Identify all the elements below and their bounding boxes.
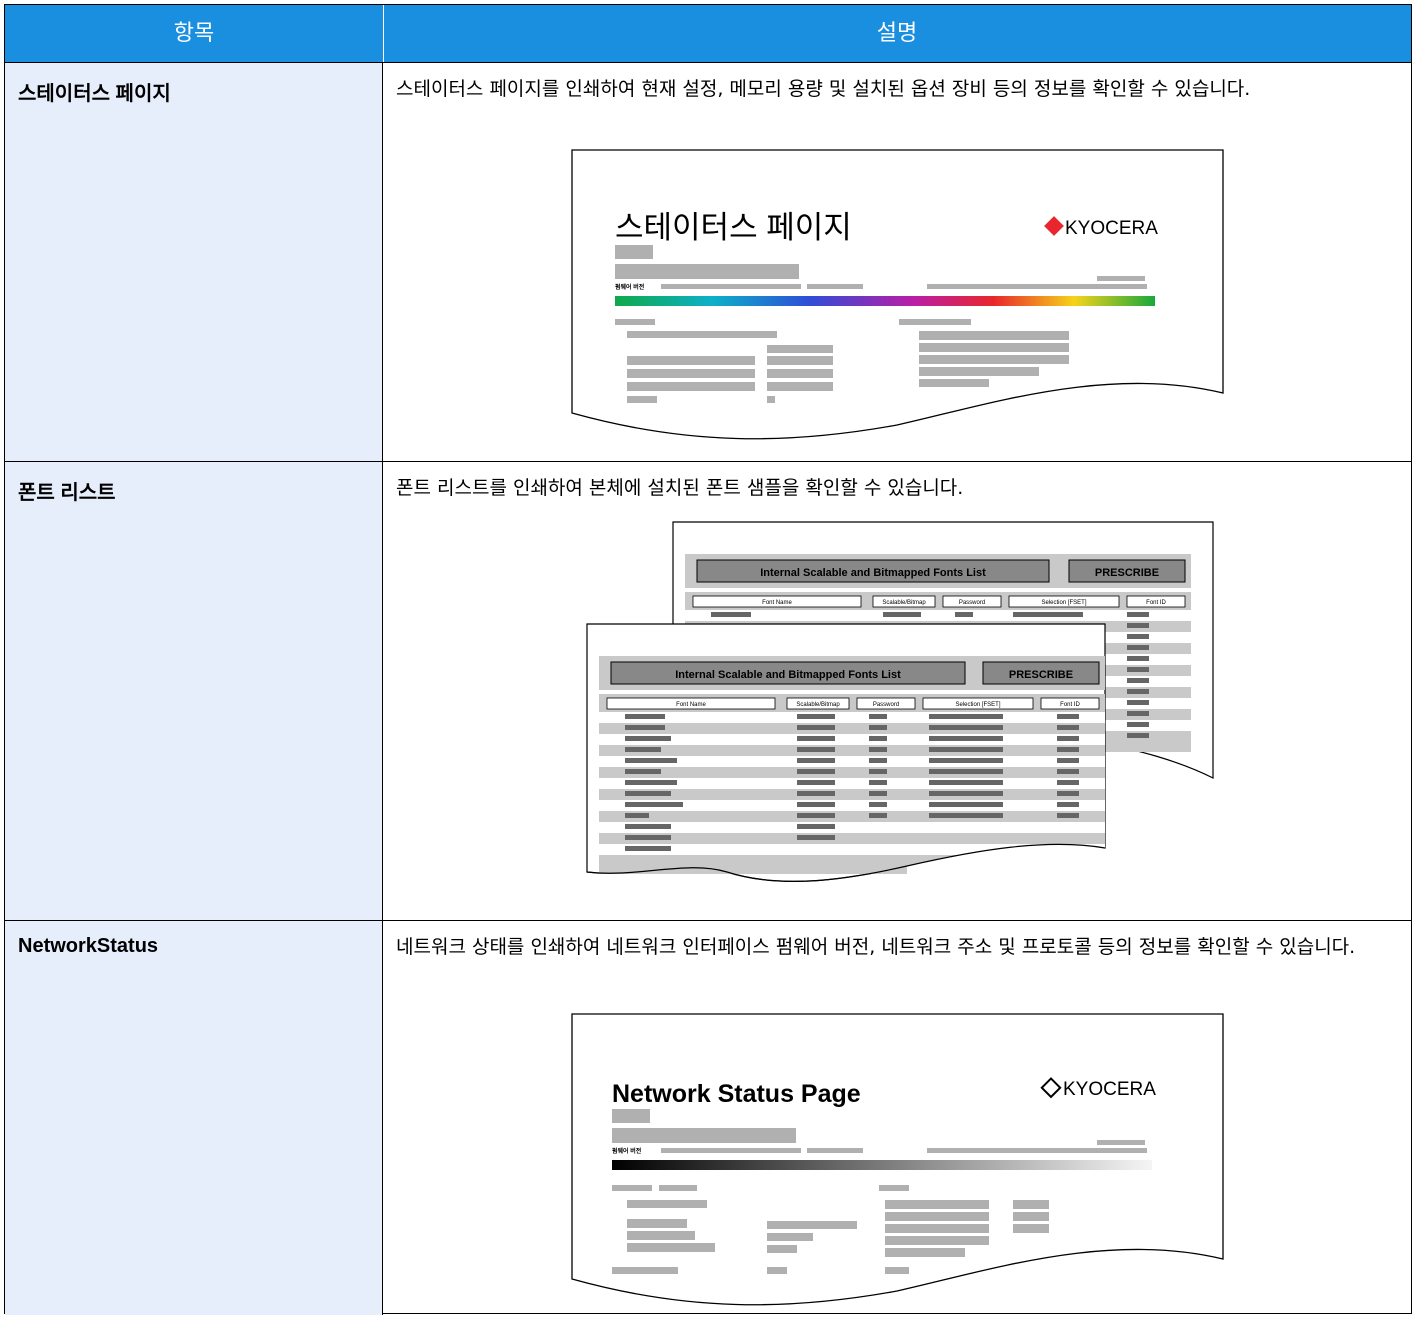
front-col-font-id: Font ID xyxy=(1060,702,1080,708)
status-page-illustration: 스테이터스 페이지 KYOCERA 펌웨어 버전 xyxy=(571,149,1224,440)
firmware-label: 펌웨어 버전 xyxy=(615,283,645,291)
back-list-title: Internal Scalable and Bitmapped Fonts Li… xyxy=(760,567,986,579)
row-description: 폰트 리스트를 인쇄하여 본체에 설치된 폰트 샘플을 확인할 수 있습니다. xyxy=(396,477,964,499)
brand-name: KYOCERA xyxy=(1063,1079,1156,1100)
table-row-status-page: 스테이터스 페이지 스테이터스 페이지를 인쇄하여 현재 설정, 메모리 용량 … xyxy=(5,62,1411,461)
info-table: 항목 설명 스테이터스 페이지 스테이터스 페이지를 인쇄하여 현재 설정, 메… xyxy=(4,4,1412,1315)
header-item: 항목 xyxy=(5,5,384,62)
row-label-cell: 스테이터스 페이지 xyxy=(5,63,383,461)
back-col-font-name: Font Name xyxy=(762,600,792,606)
figure-title: 스테이터스 페이지 xyxy=(615,210,852,245)
table-row-font-list: 폰트 리스트 폰트 리스트를 인쇄하여 본체에 설치된 폰트 샘플을 확인할 수… xyxy=(5,461,1411,920)
font-list-illustration: Internal Scalable and Bitmapped Fonts Li… xyxy=(586,521,1214,882)
table-header: 항목 설명 xyxy=(5,5,1411,62)
table-row-network-status: NetworkStatus 네트워크 상태를 인쇄하여 네트워크 인터페이스 펌… xyxy=(5,920,1411,1315)
back-col-scalable: Scalable/Bitmap xyxy=(882,600,926,606)
front-col-password: Password xyxy=(873,702,899,708)
front-prescribe: PRESCRIBE xyxy=(1009,669,1073,681)
row-description-cell: 네트워크 상태를 인쇄하여 네트워크 인터페이스 펌웨어 버전, 네트워크 주소… xyxy=(383,921,1411,1315)
brand-name: KYOCERA xyxy=(1065,218,1158,239)
back-col-selection: Selection [FSET] xyxy=(1041,600,1086,606)
front-col-scalable: Scalable/Bitmap xyxy=(796,702,840,708)
row-label: 스테이터스 페이지 xyxy=(18,83,171,105)
row-description: 스테이터스 페이지를 인쇄하여 현재 설정, 메모리 용량 및 설치된 옵션 장… xyxy=(396,78,1251,100)
row-label-cell: 폰트 리스트 xyxy=(5,462,383,920)
figure-title: Network Status Page xyxy=(612,1080,861,1108)
row-label: 폰트 리스트 xyxy=(18,482,116,504)
row-description: 네트워크 상태를 인쇄하여 네트워크 인터페이스 펌웨어 버전, 네트워크 주소… xyxy=(396,936,1356,958)
front-list-title: Internal Scalable and Bitmapped Fonts Li… xyxy=(675,669,901,681)
front-col-selection: Selection [FSET] xyxy=(955,702,1000,708)
row-label-cell: NetworkStatus xyxy=(5,921,383,1315)
header-description: 설명 xyxy=(876,21,918,46)
row-description-cell: 폰트 리스트를 인쇄하여 본체에 설치된 폰트 샘플을 확인할 수 있습니다. … xyxy=(383,462,1411,920)
row-label: NetworkStatus xyxy=(18,935,159,957)
back-col-password: Password xyxy=(959,600,985,606)
front-col-font-name: Font Name xyxy=(676,702,706,708)
back-col-font-id: Font ID xyxy=(1146,600,1166,606)
network-status-illustration: Network Status Page KYOCERA 펌웨어 버전 xyxy=(571,1013,1224,1306)
back-prescribe: PRESCRIBE xyxy=(1095,567,1159,579)
row-description-cell: 스테이터스 페이지를 인쇄하여 현재 설정, 메모리 용량 및 설치된 옵션 장… xyxy=(383,63,1411,461)
firmware-label: 펌웨어 버전 xyxy=(612,1147,642,1155)
